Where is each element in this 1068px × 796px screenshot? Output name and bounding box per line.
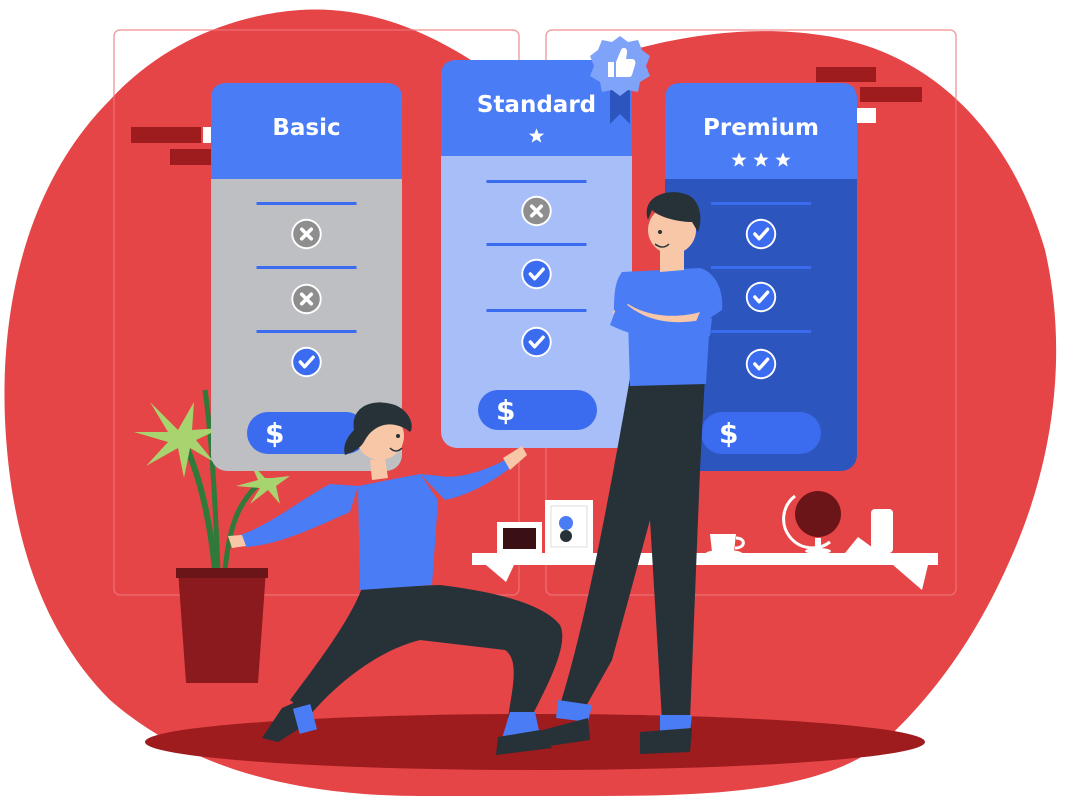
- plan-divider: [486, 243, 587, 246]
- dollar-icon: $: [496, 394, 515, 427]
- plan-divider: [711, 202, 811, 205]
- plan-divider: [256, 266, 357, 269]
- check-icon: [744, 217, 778, 251]
- pricing-plans-illustration: Basic $ Standard $ Premium $: [4, 9, 1057, 796]
- plan-divider: [256, 330, 357, 333]
- dollar-icon: $: [719, 417, 738, 450]
- check-icon: [519, 257, 554, 291]
- cross-icon: [289, 216, 324, 252]
- plan-divider: [711, 330, 811, 333]
- plan-divider: [256, 202, 357, 205]
- plan-divider: [711, 266, 811, 269]
- check-icon: [289, 345, 324, 379]
- plan-name: Basic: [272, 115, 340, 141]
- price-button-premium[interactable]: $: [701, 412, 821, 454]
- vase: [871, 509, 893, 553]
- dollar-icon: $: [265, 417, 284, 450]
- plan-name: Premium: [703, 115, 819, 141]
- plan-divider: [486, 180, 587, 183]
- plan-name: Standard: [477, 92, 596, 118]
- price-button-standard[interactable]: $: [478, 390, 597, 430]
- cross-icon: [519, 193, 554, 229]
- check-icon: [519, 325, 554, 359]
- cross-icon: [289, 281, 324, 317]
- check-icon: [744, 280, 778, 314]
- plan-divider: [486, 309, 587, 312]
- check-icon: [744, 347, 778, 381]
- plan-card-standard: Standard $: [441, 60, 632, 448]
